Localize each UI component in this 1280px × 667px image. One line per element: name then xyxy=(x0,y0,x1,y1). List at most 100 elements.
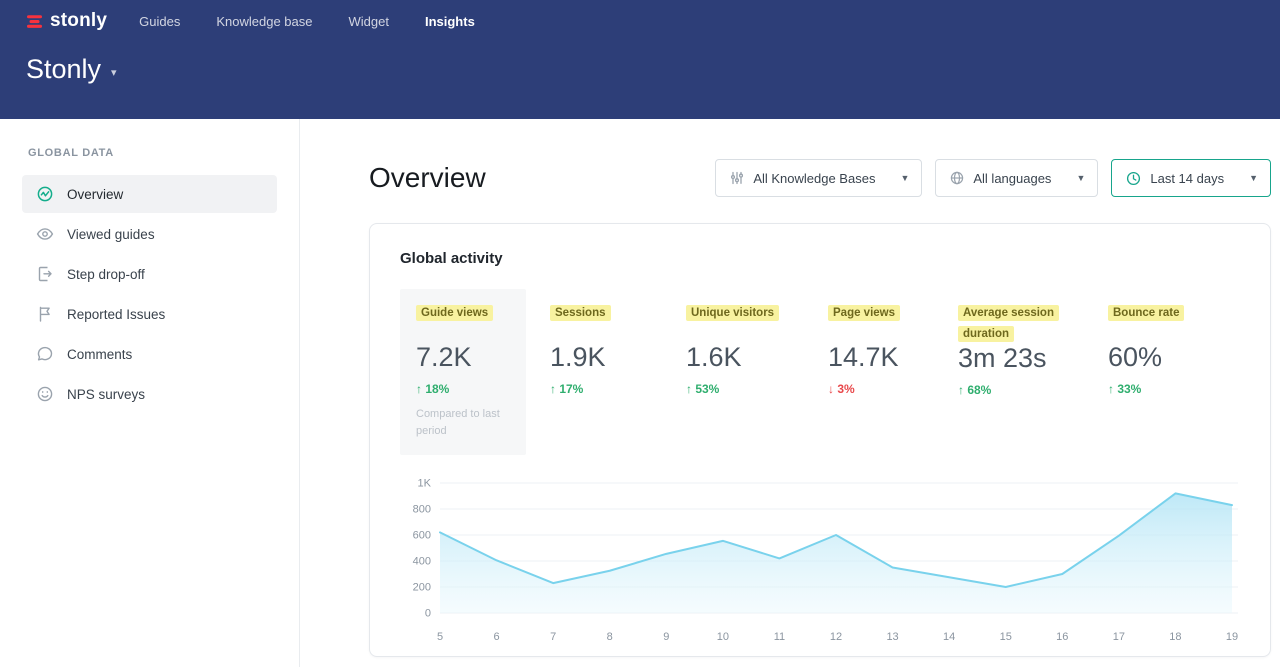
svg-text:17: 17 xyxy=(1113,631,1125,643)
metric-bounce-rate[interactable]: Bounce rate 60% ↑ 33% xyxy=(1108,289,1204,396)
top-header: stonly Guides Knowledge base Widget Insi… xyxy=(0,0,1280,119)
global-activity-card: Global activity Guide views 7.2K ↑ 18% C… xyxy=(369,223,1271,657)
language-filter-label: All languages xyxy=(973,171,1051,186)
svg-text:18: 18 xyxy=(1169,631,1181,643)
metric-value: 60% xyxy=(1108,343,1204,371)
metric-value: 7.2K xyxy=(416,343,510,371)
sidebar-item-label: Reported Issues xyxy=(67,307,165,322)
sidebar-item-label: Viewed guides xyxy=(67,227,155,242)
knowledge-base-filter[interactable]: All Knowledge Bases ▼ xyxy=(715,159,922,197)
sidebar-item-reported-issues[interactable]: Reported Issues xyxy=(22,295,277,333)
language-filter[interactable]: All languages ▼ xyxy=(935,159,1098,197)
activity-chart-svg: 02004006008001K5678910111213141516171819 xyxy=(400,475,1240,653)
svg-text:600: 600 xyxy=(413,530,431,542)
comment-icon xyxy=(36,345,54,363)
eye-icon xyxy=(36,225,54,243)
metric-sessions[interactable]: Sessions 1.9K ↑ 17% xyxy=(550,289,662,396)
globe-icon xyxy=(950,171,964,185)
top-navbar: stonly Guides Knowledge base Widget Insi… xyxy=(0,0,1280,42)
activity-chart: 02004006008001K5678910111213141516171819 xyxy=(400,475,1240,653)
svg-text:13: 13 xyxy=(886,631,898,643)
metric-label: Unique visitors xyxy=(686,305,779,321)
nav-item-widget[interactable]: Widget xyxy=(349,14,389,29)
svg-text:0: 0 xyxy=(425,608,431,620)
stonly-logo-icon xyxy=(26,13,43,30)
date-range-filter-label: Last 14 days xyxy=(1150,171,1224,186)
svg-text:5: 5 xyxy=(437,631,443,643)
metric-value: 3m 23s xyxy=(958,344,1084,372)
svg-text:7: 7 xyxy=(550,631,556,643)
sliders-icon xyxy=(730,171,744,185)
clock-icon xyxy=(1126,171,1141,186)
activity-icon xyxy=(36,185,54,203)
card-title: Global activity xyxy=(400,250,1240,267)
page-title: Overview xyxy=(369,162,486,194)
metric-page-views[interactable]: Page views 14.7K ↓ 3% xyxy=(828,289,934,396)
workspace-name: Stonly xyxy=(26,54,101,85)
sidebar-item-label: Overview xyxy=(67,187,123,202)
sidebar-item-step-drop-off[interactable]: Step drop-off xyxy=(22,255,277,293)
sidebar-item-label: Comments xyxy=(67,347,132,362)
metric-change: ↓ 3% xyxy=(828,382,934,396)
filter-bar: All Knowledge Bases ▼ All languages ▼ xyxy=(715,159,1271,197)
chevron-down-icon: ▼ xyxy=(900,173,909,183)
main-header: Overview All Knowledge Bases ▼ xyxy=(369,159,1271,197)
date-range-filter[interactable]: Last 14 days ▼ xyxy=(1111,159,1271,197)
svg-text:14: 14 xyxy=(943,631,955,643)
svg-text:10: 10 xyxy=(717,631,729,643)
metric-unique-visitors[interactable]: Unique visitors 1.6K ↑ 53% xyxy=(686,289,804,396)
svg-text:200: 200 xyxy=(413,582,431,594)
chevron-down-icon: ▾ xyxy=(111,66,117,79)
stonly-logo[interactable]: stonly xyxy=(26,10,107,32)
metric-change: ↑ 18% xyxy=(416,382,510,396)
sidebar-section-label: GLOBAL DATA xyxy=(28,147,299,159)
sidebar-item-nps-surveys[interactable]: NPS surveys xyxy=(22,375,277,413)
svg-text:1K: 1K xyxy=(418,478,432,490)
metric-label: Bounce rate xyxy=(1108,305,1184,321)
metric-guide-views[interactable]: Guide views 7.2K ↑ 18% Compared to last … xyxy=(400,289,526,455)
sidebar-item-comments[interactable]: Comments xyxy=(22,335,277,373)
flag-icon xyxy=(36,305,54,323)
stonly-logo-text: stonly xyxy=(50,10,107,32)
nav-item-guides[interactable]: Guides xyxy=(139,14,180,29)
metric-change: ↑ 68% xyxy=(958,383,1084,397)
metric-value: 1.9K xyxy=(550,343,662,371)
main-content: Overview All Knowledge Bases ▼ xyxy=(300,119,1280,667)
metric-change: ↑ 17% xyxy=(550,382,662,396)
knowledge-base-filter-label: All Knowledge Bases xyxy=(753,171,875,186)
metric-value: 14.7K xyxy=(828,343,934,371)
metric-label: Guide views xyxy=(416,305,493,321)
svg-text:6: 6 xyxy=(494,631,500,643)
metric-average-session-duration[interactable]: Average session duration 3m 23s ↑ 68% xyxy=(958,289,1084,397)
svg-text:400: 400 xyxy=(413,556,431,568)
svg-text:11: 11 xyxy=(774,631,785,643)
svg-text:15: 15 xyxy=(1000,631,1012,643)
metric-change: ↑ 33% xyxy=(1108,382,1204,396)
sidebar-item-viewed-guides[interactable]: Viewed guides xyxy=(22,215,277,253)
metric-value: 1.6K xyxy=(686,343,804,371)
metric-change: ↑ 53% xyxy=(686,382,804,396)
smiley-icon xyxy=(36,385,54,403)
svg-text:800: 800 xyxy=(413,504,431,516)
svg-text:8: 8 xyxy=(607,631,613,643)
metrics-row: Guide views 7.2K ↑ 18% Compared to last … xyxy=(400,289,1240,455)
nav-item-knowledge-base[interactable]: Knowledge base xyxy=(216,14,312,29)
svg-text:19: 19 xyxy=(1226,631,1238,643)
metric-label: Sessions xyxy=(550,305,611,321)
metric-label: Page views xyxy=(828,305,900,321)
workspace-selector[interactable]: Stonly ▾ xyxy=(0,42,1280,85)
step-dropoff-icon xyxy=(36,265,54,283)
chevron-down-icon: ▼ xyxy=(1076,173,1085,183)
metric-note: Compared to last period xyxy=(416,406,510,439)
metric-label: Average session duration xyxy=(958,305,1059,342)
svg-text:16: 16 xyxy=(1056,631,1068,643)
svg-text:12: 12 xyxy=(830,631,842,643)
sidebar-item-label: Step drop-off xyxy=(67,267,145,282)
sidebar-item-label: NPS surveys xyxy=(67,387,145,402)
chevron-down-icon: ▼ xyxy=(1249,173,1258,183)
page-layout: GLOBAL DATA Overview Viewed guides Step … xyxy=(0,119,1280,667)
sidebar-item-overview[interactable]: Overview xyxy=(22,175,277,213)
nav-item-insights[interactable]: Insights xyxy=(425,14,475,29)
top-nav-items: Guides Knowledge base Widget Insights xyxy=(139,14,475,29)
sidebar: GLOBAL DATA Overview Viewed guides Step … xyxy=(0,119,300,667)
